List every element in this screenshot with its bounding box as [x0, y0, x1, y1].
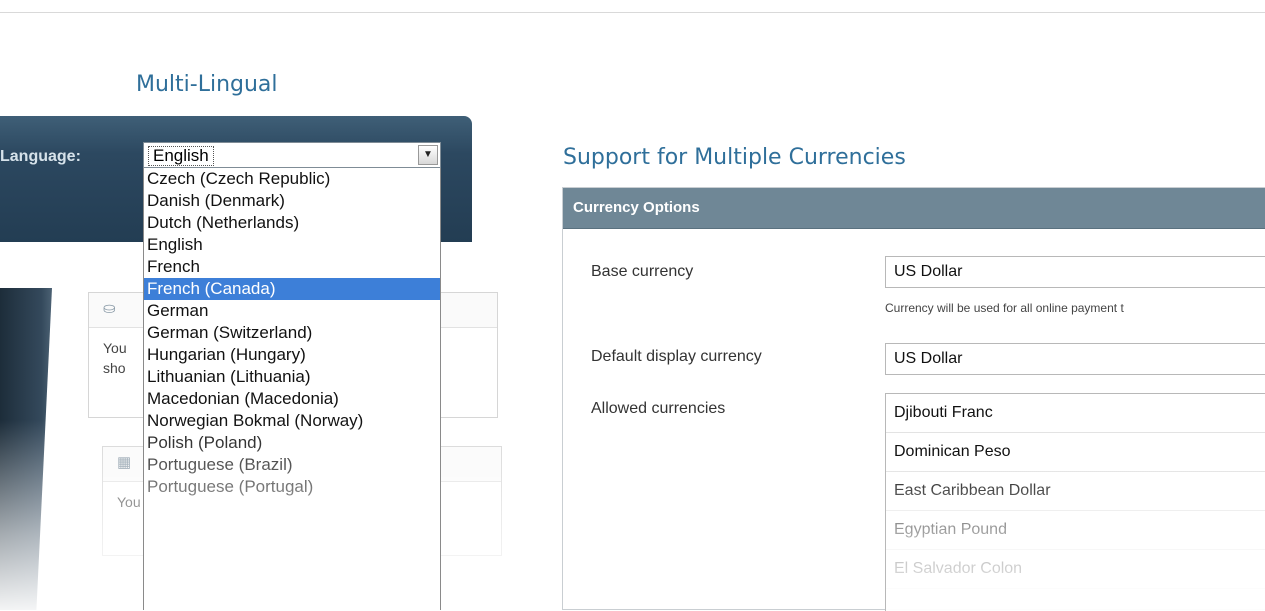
- currency-option[interactable]: Egyptian Pound: [886, 511, 1265, 550]
- currency-option[interactable]: East Caribbean Dollar: [886, 472, 1265, 511]
- language-select[interactable]: English ▼: [143, 142, 441, 168]
- background-dark-panel: [0, 288, 52, 610]
- language-label: Language:: [0, 148, 81, 165]
- language-option[interactable]: Macedonian (Macedonia): [144, 388, 440, 410]
- language-option[interactable]: German (Switzerland): [144, 322, 440, 344]
- language-option[interactable]: Polish (Poland): [144, 432, 440, 454]
- currencies-title: Support for Multiple Currencies: [563, 145, 906, 170]
- language-option-highlighted[interactable]: French (Canada): [144, 278, 440, 300]
- language-option[interactable]: Czech (Czech Republic): [144, 168, 440, 190]
- language-option[interactable]: Portuguese (Portugal): [144, 476, 440, 498]
- language-dropdown-list[interactable]: Czech (Czech Republic) Danish (Denmark) …: [143, 168, 441, 610]
- chevron-down-icon[interactable]: ▼: [418, 145, 438, 165]
- language-option[interactable]: Portuguese (Brazil): [144, 454, 440, 476]
- language-option[interactable]: Dutch (Netherlands): [144, 212, 440, 234]
- language-option[interactable]: Lithuanian (Lithuania): [144, 366, 440, 388]
- multilingual-title: Multi-Lingual: [136, 72, 278, 97]
- language-select-value: English: [148, 146, 214, 166]
- language-option[interactable]: Danish (Denmark): [144, 190, 440, 212]
- base-currency-select[interactable]: US Dollar: [885, 256, 1265, 288]
- default-display-currency-select[interactable]: US Dollar: [885, 343, 1265, 375]
- language-option[interactable]: German: [144, 300, 440, 322]
- base-currency-hint: Currency will be used for all online pay…: [885, 301, 1124, 315]
- currency-option[interactable]: El Salvador Colon: [886, 550, 1265, 589]
- language-option[interactable]: English: [144, 234, 440, 256]
- allowed-currencies-list[interactable]: Djibouti Franc Dominican Peso East Carib…: [885, 393, 1265, 611]
- currency-option[interactable]: Dominican Peso: [886, 433, 1265, 472]
- base-currency-label: Base currency: [591, 263, 694, 280]
- currency-options-panel: Currency Options Base currency US Dollar…: [562, 187, 1265, 611]
- language-option[interactable]: French: [144, 256, 440, 278]
- language-option[interactable]: Norwegian Bokmal (Norway): [144, 410, 440, 432]
- top-divider: [0, 12, 1265, 13]
- allowed-currencies-label: Allowed currencies: [591, 400, 726, 417]
- currency-option[interactable]: Djibouti Franc: [886, 394, 1265, 433]
- language-option[interactable]: Hungarian (Hungary): [144, 344, 440, 366]
- basket-icon: ⛀: [103, 300, 116, 317]
- default-display-currency-label: Default display currency: [591, 348, 762, 365]
- panel-header: Currency Options: [563, 188, 1265, 229]
- calendar-icon: ▦: [117, 454, 132, 471]
